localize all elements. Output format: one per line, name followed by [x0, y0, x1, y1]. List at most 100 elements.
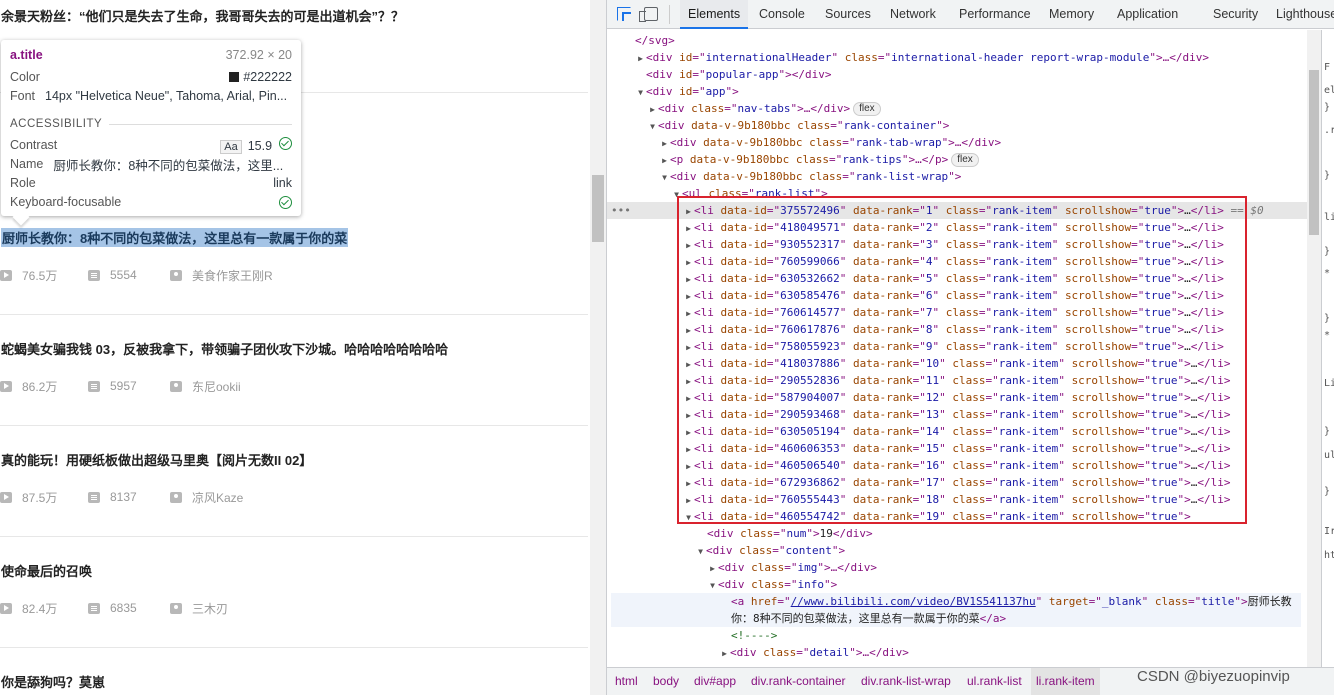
tab-elements[interactable]: Elements	[680, 0, 749, 29]
expand-arrow-icon[interactable]: ▶	[683, 356, 694, 373]
uploader-name[interactable]: 东尼ookii	[192, 378, 241, 395]
expand-arrow-icon[interactable]: ▶	[683, 458, 694, 475]
expand-arrow-icon[interactable]: ▶	[683, 254, 694, 271]
rank-item-node[interactable]: ▶ <li data-id="630532662" data-rank="5" c…	[683, 270, 1224, 287]
breadcrumb-item[interactable]: ul.rank-list	[967, 668, 1022, 695]
dom-node[interactable]: ▶ <div data-v-9b180bbc class="rank-tab-wr…	[659, 134, 1001, 151]
collapse-arrow-icon[interactable]: ▼	[683, 509, 694, 526]
flex-badge[interactable]: flex	[951, 153, 979, 167]
video-title-link[interactable]: 你是舔狗吗？莫崽	[1, 672, 105, 691]
expand-arrow-icon[interactable]: ▶	[683, 492, 694, 509]
expand-arrow-icon[interactable]: ▶	[707, 560, 718, 577]
rank-item-node[interactable]: ▶ <li data-id="290593468" data-rank="13" …	[683, 406, 1230, 424]
expand-arrow-icon[interactable]: ▶	[683, 237, 694, 254]
expand-arrow-icon[interactable]: ▶	[683, 271, 694, 288]
expand-arrow-icon[interactable]: ▶	[719, 645, 730, 662]
dom-node[interactable]: <!---->	[731, 627, 777, 644]
dom-node[interactable]: ▼ <div class="info">	[707, 576, 837, 593]
expand-arrow-icon[interactable]: ▶	[683, 220, 694, 237]
rank-item-node[interactable]: ▶ <li data-id="760555443" data-rank="18" …	[683, 491, 1230, 509]
dom-node-selected-anchor[interactable]: <a href="//www.bilibili.com/video/BV1S54…	[611, 593, 1301, 627]
video-title-link[interactable]: 真的能玩！用硬纸板做出超级马里奥【阅片无数II 02】	[1, 450, 312, 469]
breadcrumb-item[interactable]: body	[653, 668, 679, 695]
dom-node[interactable]: ▶ <div class="img">…</div>	[707, 559, 877, 576]
expand-arrow-icon[interactable]: ▶	[647, 101, 658, 118]
uploader-name[interactable]: 三木刃	[192, 600, 228, 617]
dom-node[interactable]: ▼ <div data-v-9b180bbc class="rank-contai…	[647, 117, 949, 134]
breadcrumb-item-current[interactable]: li.rank-item	[1031, 668, 1100, 695]
rank-item-node[interactable]: ••• ▶ <li data-id="375572496" data-rank="1…	[607, 202, 1307, 219]
tab-console[interactable]: Console	[759, 0, 805, 29]
collapse-arrow-icon[interactable]: ▼	[695, 543, 706, 560]
dom-node[interactable]: </svg>	[635, 32, 675, 49]
rank-item-node[interactable]: ▶ <li data-id="672936862" data-rank="17" …	[683, 474, 1230, 492]
elements-scrollbar-thumb[interactable]	[1309, 70, 1319, 235]
rank-item-node[interactable]: ▶ <li data-id="418049571" data-rank="2" c…	[683, 219, 1224, 236]
collapse-arrow-icon[interactable]: ▼	[659, 169, 670, 186]
href-link[interactable]: //www.bilibili.com/video/BV1S541137hu	[791, 595, 1036, 608]
expand-arrow-icon[interactable]: ▶	[683, 424, 694, 441]
rank-item-node[interactable]: ▶ <li data-id="418037886" data-rank="10" …	[683, 355, 1230, 373]
dom-node[interactable]: <div id="popular-app"></div>	[646, 66, 831, 83]
flex-badge[interactable]: flex	[853, 102, 881, 116]
tab-lighthouse[interactable]: Lighthouse	[1276, 0, 1334, 29]
uploader-name[interactable]: 美食作家王刚R	[192, 267, 273, 284]
expand-arrow-icon[interactable]: ▶	[683, 322, 694, 339]
rank-item-node[interactable]: ▼ <li data-id="460554742" data-rank="19" …	[683, 508, 1191, 525]
video-title-link[interactable]: 厨师长教你：8种不同的包菜做法，这里总有一款属于你的菜	[1, 228, 349, 247]
collapse-arrow-icon[interactable]: ▼	[707, 577, 718, 594]
rank-item-node[interactable]: ▶ <li data-id="587904007" data-rank="12" …	[683, 389, 1230, 407]
dom-node[interactable]: ▶ <div class="nav-tabs">…</div> flex	[647, 100, 881, 117]
rank-item-node[interactable]: ▶ <li data-id="630585476" data-rank="6" c…	[683, 287, 1224, 304]
collapse-arrow-icon[interactable]: ▼	[635, 84, 646, 101]
video-title-link[interactable]: 使命最后的召唤	[1, 561, 92, 580]
expand-arrow-icon[interactable]: ▶	[683, 407, 694, 424]
rank-item-node[interactable]: ▶ <li data-id="460506540" data-rank="16" …	[683, 457, 1230, 475]
expand-arrow-icon[interactable]: ▶	[683, 475, 694, 492]
page-scrollbar-thumb[interactable]	[592, 175, 604, 242]
page-scrollbar[interactable]	[590, 0, 606, 695]
dom-node[interactable]: ▶ <p data-v-9b180bbc class="rank-tips">…<…	[659, 151, 979, 168]
dom-node[interactable]: ▶ <div class="detail">…</div>	[719, 644, 909, 661]
tab-performance[interactable]: Performance	[959, 0, 1031, 29]
rank-item-node[interactable]: ▶ <li data-id="460606353" data-rank="15" …	[683, 440, 1230, 458]
rank-item-node[interactable]: ▶ <li data-id="290552836" data-rank="11" …	[683, 372, 1230, 390]
expand-arrow-icon[interactable]: ▶	[683, 390, 694, 407]
breadcrumb-item[interactable]: div.rank-container	[751, 668, 846, 695]
elements-tree[interactable]: </svg> ▶ <div id="internationalHeader" cl…	[607, 30, 1307, 667]
expand-arrow-icon[interactable]: ▶	[659, 152, 670, 169]
rank-item-node[interactable]: ▶ <li data-id="930552317" data-rank="3" c…	[683, 236, 1224, 253]
breadcrumb-item[interactable]: div.rank-list-wrap	[861, 668, 951, 695]
collapse-arrow-icon[interactable]: ▼	[647, 118, 658, 135]
video-title-link[interactable]: 蛇蝎美女骗我钱 03，反被我拿下，带领骗子团伙攻下沙城。哈哈哈哈哈哈哈哈	[1, 339, 448, 358]
dom-node[interactable]: <div class="num">19</div>	[707, 525, 873, 542]
tab-security[interactable]: Security	[1213, 0, 1258, 29]
expand-arrow-icon[interactable]: ▶	[635, 50, 646, 67]
breadcrumb-item[interactable]: div#app	[694, 668, 736, 695]
collapse-arrow-icon[interactable]: ▼	[671, 186, 682, 203]
styles-pane[interactable]: Fel} .r} li} *} * Li} ul} Ir ht	[1321, 30, 1334, 667]
dom-node[interactable]: ▼ <div data-v-9b180bbc class="rank-list-w…	[659, 168, 961, 185]
tab-sources[interactable]: Sources	[825, 0, 871, 29]
dom-node[interactable]: ▼ <ul class="rank-list">	[671, 185, 828, 202]
rank-item-node[interactable]: ▶ <li data-id="630505194" data-rank="14" …	[683, 423, 1230, 441]
device-toolbar-icon[interactable]	[639, 7, 658, 22]
dom-node[interactable]: ▶ <div id="internationalHeader" class="in…	[635, 49, 1209, 66]
expand-arrow-icon[interactable]: ▶	[683, 288, 694, 305]
dom-node[interactable]: ▼ <div class="content">	[695, 542, 845, 559]
inspect-element-icon[interactable]	[617, 7, 631, 21]
uploader-name[interactable]: 凉风Kaze	[192, 489, 243, 506]
elements-scrollbar[interactable]	[1307, 30, 1321, 667]
dom-node[interactable]: ▼ <div id="app">	[635, 83, 739, 100]
expand-arrow-icon[interactable]: ▶	[659, 135, 670, 152]
expand-arrow-icon[interactable]: ▶	[683, 373, 694, 390]
expand-arrow-icon[interactable]: ▶	[683, 441, 694, 458]
expand-arrow-icon[interactable]: ▶	[683, 339, 694, 356]
tab-application[interactable]: Application	[1117, 0, 1178, 29]
rank-item-node[interactable]: ▶ <li data-id="760617876" data-rank="8" c…	[683, 321, 1224, 338]
tab-memory[interactable]: Memory	[1049, 0, 1094, 29]
tab-network[interactable]: Network	[890, 0, 936, 29]
rank-item-node[interactable]: ▶ <li data-id="760614577" data-rank="7" c…	[683, 304, 1224, 321]
breadcrumb-item[interactable]: html	[615, 668, 638, 695]
expand-arrow-icon[interactable]: ▶	[683, 203, 694, 220]
